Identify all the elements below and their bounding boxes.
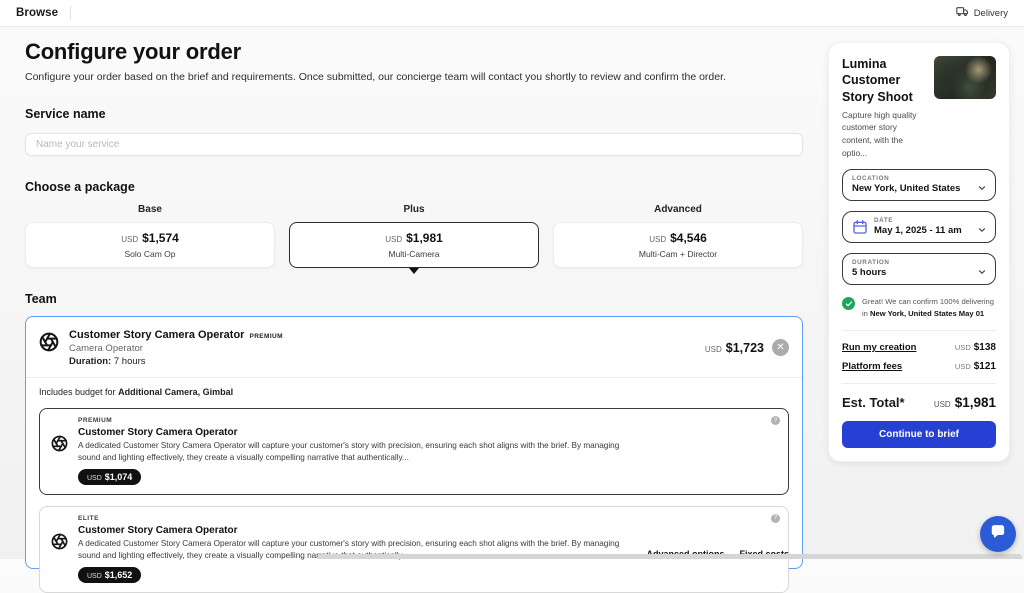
info-icon[interactable]: ? — [771, 416, 780, 425]
page-title: Configure your order — [25, 39, 803, 65]
fee-row-platform-fees: Platform fees USD $121 — [842, 361, 996, 372]
total-label: Est. Total* — [842, 395, 905, 410]
fee-amount: $138 — [974, 342, 996, 353]
option-price-pill: USD $1,652 — [78, 567, 141, 583]
calendar-icon — [852, 219, 868, 235]
option-price: $1,652 — [105, 570, 133, 580]
package-tier-label: Base — [25, 204, 275, 215]
delivery-button[interactable]: Delivery — [956, 5, 1008, 21]
chat-icon — [990, 523, 1007, 545]
info-icon[interactable]: ? — [771, 514, 780, 523]
currency-label: USD — [705, 345, 722, 354]
service-name-input[interactable] — [25, 133, 803, 156]
team-member-price: $1,723 — [726, 341, 764, 355]
run-my-creation-link[interactable]: Run my creation — [842, 342, 916, 353]
page-subtitle: Configure your order based on the brief … — [25, 71, 803, 83]
currency-label: USD — [87, 573, 102, 580]
currency-label: USD — [121, 235, 138, 244]
project-description: Capture high quality customer story cont… — [842, 109, 926, 159]
currency-label: USD — [385, 235, 402, 244]
duration-label: Duration: — [69, 356, 111, 367]
project-title: Lumina Customer Story Shoot — [842, 56, 926, 105]
team-label: Team — [25, 292, 803, 306]
currency-label: USD — [955, 362, 971, 371]
chat-widget-button[interactable] — [980, 516, 1016, 552]
option-card-premium[interactable]: PREMIUM Customer Story Camera Operator A… — [39, 408, 789, 495]
date-label: DATE — [874, 217, 971, 224]
option-price-pill: USD $1,074 — [78, 469, 141, 485]
chevron-down-icon — [977, 264, 987, 274]
aperture-icon — [51, 435, 68, 452]
remove-team-member-button[interactable]: ✕ — [772, 339, 789, 356]
team-member-card: Customer Story Camera Operator PREMIUM C… — [25, 316, 803, 569]
total-amount: $1,981 — [955, 395, 996, 410]
team-member-tier-badge: PREMIUM — [249, 333, 283, 340]
package-column-advanced: Advanced USD $4,546 Multi-Cam + Director — [553, 204, 803, 268]
option-price: $1,074 — [105, 472, 133, 482]
order-summary-panel: Lumina Customer Story Shoot Capture high… — [828, 42, 1010, 462]
duration-select[interactable]: DURATION 5 hours — [842, 253, 996, 285]
fee-amount: $121 — [974, 361, 996, 372]
package-card-plus[interactable]: USD $1,981 Multi-Camera — [289, 222, 539, 268]
location-label: LOCATION — [852, 175, 971, 182]
package-column-base: Base USD $1,574 Solo Cam Op — [25, 204, 275, 268]
currency-label: USD — [87, 475, 102, 482]
project-thumbnail — [934, 56, 996, 99]
horizontal-scrollbar[interactable] — [318, 554, 1022, 559]
option-description: A dedicated Customer Story Camera Operat… — [78, 440, 643, 464]
delivery-truck-icon — [956, 5, 969, 21]
platform-fees-link[interactable]: Platform fees — [842, 361, 902, 372]
main-content: Configure your order Configure your orde… — [25, 27, 803, 569]
currency-label: USD — [955, 343, 971, 352]
duration-label: DURATION — [852, 259, 971, 266]
team-member-title: Customer Story Camera Operator — [69, 329, 244, 341]
aperture-icon — [39, 332, 59, 352]
top-bar: Browse Delivery — [0, 0, 1024, 27]
package-subtitle: Multi-Cam + Director — [639, 249, 717, 259]
package-price: $1,981 — [406, 231, 443, 245]
currency-label: USD — [934, 400, 951, 409]
continue-to-brief-button[interactable]: Continue to brief — [842, 421, 996, 448]
package-subtitle: Multi-Camera — [388, 249, 439, 259]
includes-value: Additional Camera, Gimbal — [118, 387, 233, 397]
sidebar-divider — [842, 330, 996, 331]
team-card-divider — [26, 377, 802, 378]
package-subtitle: Solo Cam Op — [124, 249, 175, 259]
package-price: $1,574 — [142, 231, 179, 245]
topbar-divider — [70, 6, 71, 20]
currency-label: USD — [649, 235, 666, 244]
chevron-down-icon — [977, 180, 987, 190]
package-card-advanced[interactable]: USD $4,546 Multi-Cam + Director — [553, 222, 803, 268]
aperture-icon — [51, 533, 68, 550]
duration-value: 5 hours — [852, 267, 971, 278]
package-tier-label: Advanced — [553, 204, 803, 215]
option-title: Customer Story Camera Operator — [78, 427, 760, 438]
includes-label: Includes budget for — [39, 387, 116, 397]
package-card-base[interactable]: USD $1,574 Solo Cam Op — [25, 222, 275, 268]
duration-value: 7 hours — [114, 356, 146, 367]
location-select[interactable]: LOCATION New York, United States — [842, 169, 996, 201]
option-title: Customer Story Camera Operator — [78, 525, 760, 536]
delivery-label: Delivery — [974, 8, 1008, 19]
sidebar-divider — [842, 383, 996, 384]
fee-row-run-my-creation: Run my creation USD $138 — [842, 342, 996, 353]
check-circle-icon — [842, 297, 855, 310]
choose-package-label: Choose a package — [25, 180, 803, 194]
date-select[interactable]: DATE May 1, 2025 - 11 am — [842, 211, 996, 243]
estimated-total-row: Est. Total* USD $1,981 — [842, 395, 996, 410]
package-column-plus: Plus USD $1,981 Multi-Camera — [289, 204, 539, 268]
option-tier-label: ELITE — [78, 515, 760, 522]
service-name-label: Service name — [25, 107, 803, 121]
package-grid: Base USD $1,574 Solo Cam Op Plus USD $1,… — [25, 204, 803, 268]
nav-browse[interactable]: Browse — [16, 7, 58, 19]
package-price: $4,546 — [670, 231, 707, 245]
date-value: May 1, 2025 - 11 am — [874, 225, 971, 236]
confirmation-highlight: New York, United States May 01 — [870, 309, 984, 318]
team-member-role: Camera Operator — [69, 343, 283, 354]
chevron-down-icon — [977, 222, 987, 232]
delivery-confirmation: Great! We can confirm 100% delivering in… — [842, 296, 996, 319]
package-tier-label: Plus — [289, 204, 539, 215]
location-value: New York, United States — [852, 183, 971, 194]
option-tier-label: PREMIUM — [78, 417, 760, 424]
